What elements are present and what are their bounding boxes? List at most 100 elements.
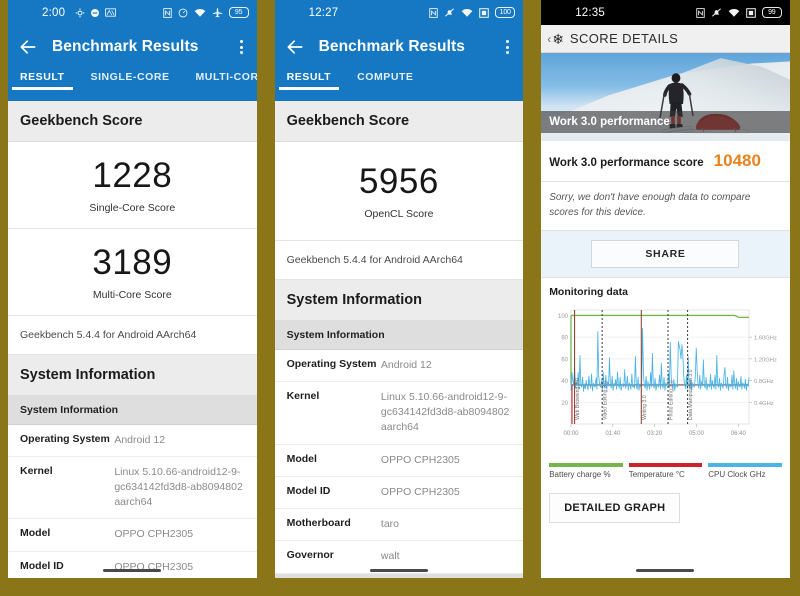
row-value: walt bbox=[380, 550, 400, 563]
chevron-left-icon[interactable]: ‹ bbox=[547, 32, 551, 46]
legend-item-battery: Battery charge % bbox=[549, 463, 623, 479]
tab-bar: RESULT SINGLE-CORE MULTI-CORE bbox=[8, 69, 257, 101]
tab-bar: RESULT COMPUTE bbox=[274, 69, 524, 101]
hero-caption: Work 3.0 performance bbox=[541, 111, 790, 133]
legend-swatch bbox=[708, 463, 782, 467]
status-left-icons bbox=[75, 8, 117, 18]
wifi-icon bbox=[194, 8, 206, 18]
row-value: Linux 5.10.66-android12-9-gc634142fd3d8-… bbox=[380, 390, 510, 434]
monitoring-chart-svg: 20 40 60 80 100 0.4GHz 0.8GHz 1.20GHz 1.60GHz 00:… bbox=[558, 309, 777, 437]
no-comparison-data-message: Sorry, we don't have enough data to comp… bbox=[541, 182, 790, 231]
row-key: Model bbox=[20, 527, 51, 540]
tab-multi-core[interactable]: MULTI-CORE bbox=[194, 69, 257, 90]
svg-text:Writing 3.0: Writing 3.0 bbox=[642, 395, 648, 420]
svg-text:Photo Editing 3.0: Photo Editing 3.0 bbox=[669, 380, 675, 420]
system-information-subheader: System Information bbox=[274, 320, 524, 350]
data-saver-icon bbox=[178, 8, 188, 18]
overflow-menu-icon[interactable] bbox=[506, 40, 513, 54]
tab-compute[interactable]: COMPUTE bbox=[355, 69, 415, 90]
system-information-header: System Information bbox=[8, 354, 257, 396]
app-bar: Benchmark Results bbox=[8, 25, 257, 69]
airplane-mode-icon bbox=[212, 7, 223, 18]
gesture-nav-bar[interactable] bbox=[103, 569, 162, 572]
processor-information-subheader: Processor Information bbox=[274, 573, 524, 578]
svg-text:60: 60 bbox=[562, 357, 569, 363]
svg-text:20: 20 bbox=[562, 401, 569, 407]
settings-gear-icon bbox=[75, 8, 85, 18]
wifi-icon bbox=[461, 8, 473, 18]
status-time: 2:00 bbox=[42, 6, 66, 19]
row-value: OPPO CPH2305 bbox=[380, 485, 460, 498]
table-row: Operating System Android 12 bbox=[8, 425, 257, 457]
tab-result[interactable]: RESULT bbox=[12, 69, 73, 90]
row-value: Linux 5.10.66-android12-9-gc634142fd3d8-… bbox=[114, 465, 243, 509]
monitoring-data-title: Monitoring data bbox=[549, 286, 628, 298]
status-right-icons: 100 bbox=[429, 7, 516, 18]
result-content: Geekbench Score 1228 Single-Core Score 3… bbox=[8, 101, 257, 578]
table-row: Operating System Android 12 bbox=[274, 350, 524, 382]
phone-panel-2: 12:27 100 Benchmark Results RESULT COMPU… bbox=[266, 0, 534, 596]
row-key: Model ID bbox=[20, 559, 64, 572]
phone-screen-3: 12:35 99 ‹ ❄ SCORE DETAILS Work 3.0 perf… bbox=[541, 0, 790, 578]
geekbench-score-header: Geekbench Score bbox=[8, 101, 257, 142]
svg-text:03:20: 03:20 bbox=[647, 431, 663, 437]
monitoring-chart[interactable]: 20 40 60 80 100 0.4GHz 0.8GHz 1.20GHz 1.60GHz 00:… bbox=[541, 302, 790, 459]
status-time: 12:35 bbox=[575, 6, 605, 19]
gesture-nav-bar[interactable] bbox=[369, 569, 428, 572]
svg-text:06:40: 06:40 bbox=[731, 431, 747, 437]
tab-single-core[interactable]: SINGLE-CORE bbox=[89, 69, 172, 90]
nfc-icon bbox=[429, 7, 438, 18]
single-core-score-block: 1228 Single-Core Score bbox=[8, 142, 257, 229]
gesture-nav-bar[interactable] bbox=[636, 569, 695, 572]
detailed-graph-row: DETAILED GRAPH bbox=[541, 485, 790, 523]
legend-swatch bbox=[549, 463, 623, 467]
dnd-icon bbox=[90, 8, 100, 18]
legend-label: Battery charge % bbox=[549, 470, 611, 479]
row-value: Android 12 bbox=[380, 358, 432, 371]
table-row: Model ID OPPO CPH2305 bbox=[8, 552, 257, 578]
screenshot-stage: 2:00 95 Benchmark Results RESULT SINGLE-… bbox=[0, 0, 800, 596]
svg-text:01:40: 01:40 bbox=[606, 431, 622, 437]
svg-text:00:00: 00:00 bbox=[564, 431, 580, 437]
row-value: Android 12 bbox=[114, 433, 166, 446]
single-core-score-value: 1228 bbox=[92, 156, 173, 195]
geekbench-version: Geekbench 5.4.4 for Android AArch64 bbox=[8, 314, 257, 355]
multi-core-score-label: Multi-Core Score bbox=[92, 288, 172, 301]
tab-result[interactable]: RESULT bbox=[278, 69, 339, 90]
score-row: Work 3.0 performance score 10480 bbox=[541, 141, 790, 182]
back-arrow-icon[interactable] bbox=[18, 37, 38, 57]
svg-text:100: 100 bbox=[558, 314, 569, 320]
overflow-menu-icon[interactable] bbox=[239, 40, 247, 54]
legend-item-temperature: Temperature °C bbox=[628, 463, 703, 479]
mute-bell-icon bbox=[444, 7, 455, 18]
app-bar: Benchmark Results bbox=[274, 25, 524, 69]
screenshot-icon bbox=[105, 8, 117, 17]
page-title: Benchmark Results bbox=[52, 38, 199, 55]
share-button[interactable]: SHARE bbox=[591, 240, 740, 268]
hero-image: Work 3.0 performance bbox=[541, 53, 790, 141]
detailed-graph-button[interactable]: DETAILED GRAPH bbox=[549, 493, 681, 523]
geekbench-score-header: Geekbench Score bbox=[274, 101, 524, 142]
nfc-icon bbox=[162, 7, 172, 18]
status-right-icons: 99 bbox=[696, 7, 782, 18]
single-core-score-label: Single-Core Score bbox=[89, 201, 176, 214]
opencl-score-value: 5956 bbox=[358, 162, 439, 201]
page-title: SCORE DETAILS bbox=[569, 31, 679, 46]
status-bar: 12:35 99 bbox=[541, 0, 790, 25]
svg-text:1.60GHz: 1.60GHz bbox=[754, 336, 777, 342]
nfc-icon bbox=[696, 7, 705, 18]
row-value: OPPO CPH2305 bbox=[114, 528, 194, 541]
svg-text:40: 40 bbox=[562, 379, 569, 385]
battery-indicator: 100 bbox=[495, 7, 516, 18]
row-key: Operating System bbox=[20, 432, 110, 445]
app-bar: ‹ ❄ SCORE DETAILS bbox=[541, 25, 790, 53]
legend-label: Temperature °C bbox=[628, 470, 685, 479]
status-bar: 12:27 100 bbox=[274, 0, 524, 25]
row-value: taro bbox=[380, 518, 400, 531]
row-value: OPPO CPH2305 bbox=[380, 453, 460, 466]
row-key: Model bbox=[286, 452, 317, 465]
battery-indicator: 99 bbox=[761, 7, 782, 18]
score-value: 10480 bbox=[713, 151, 761, 170]
back-arrow-icon[interactable] bbox=[285, 37, 305, 57]
cellular-signal-icon bbox=[479, 7, 489, 18]
